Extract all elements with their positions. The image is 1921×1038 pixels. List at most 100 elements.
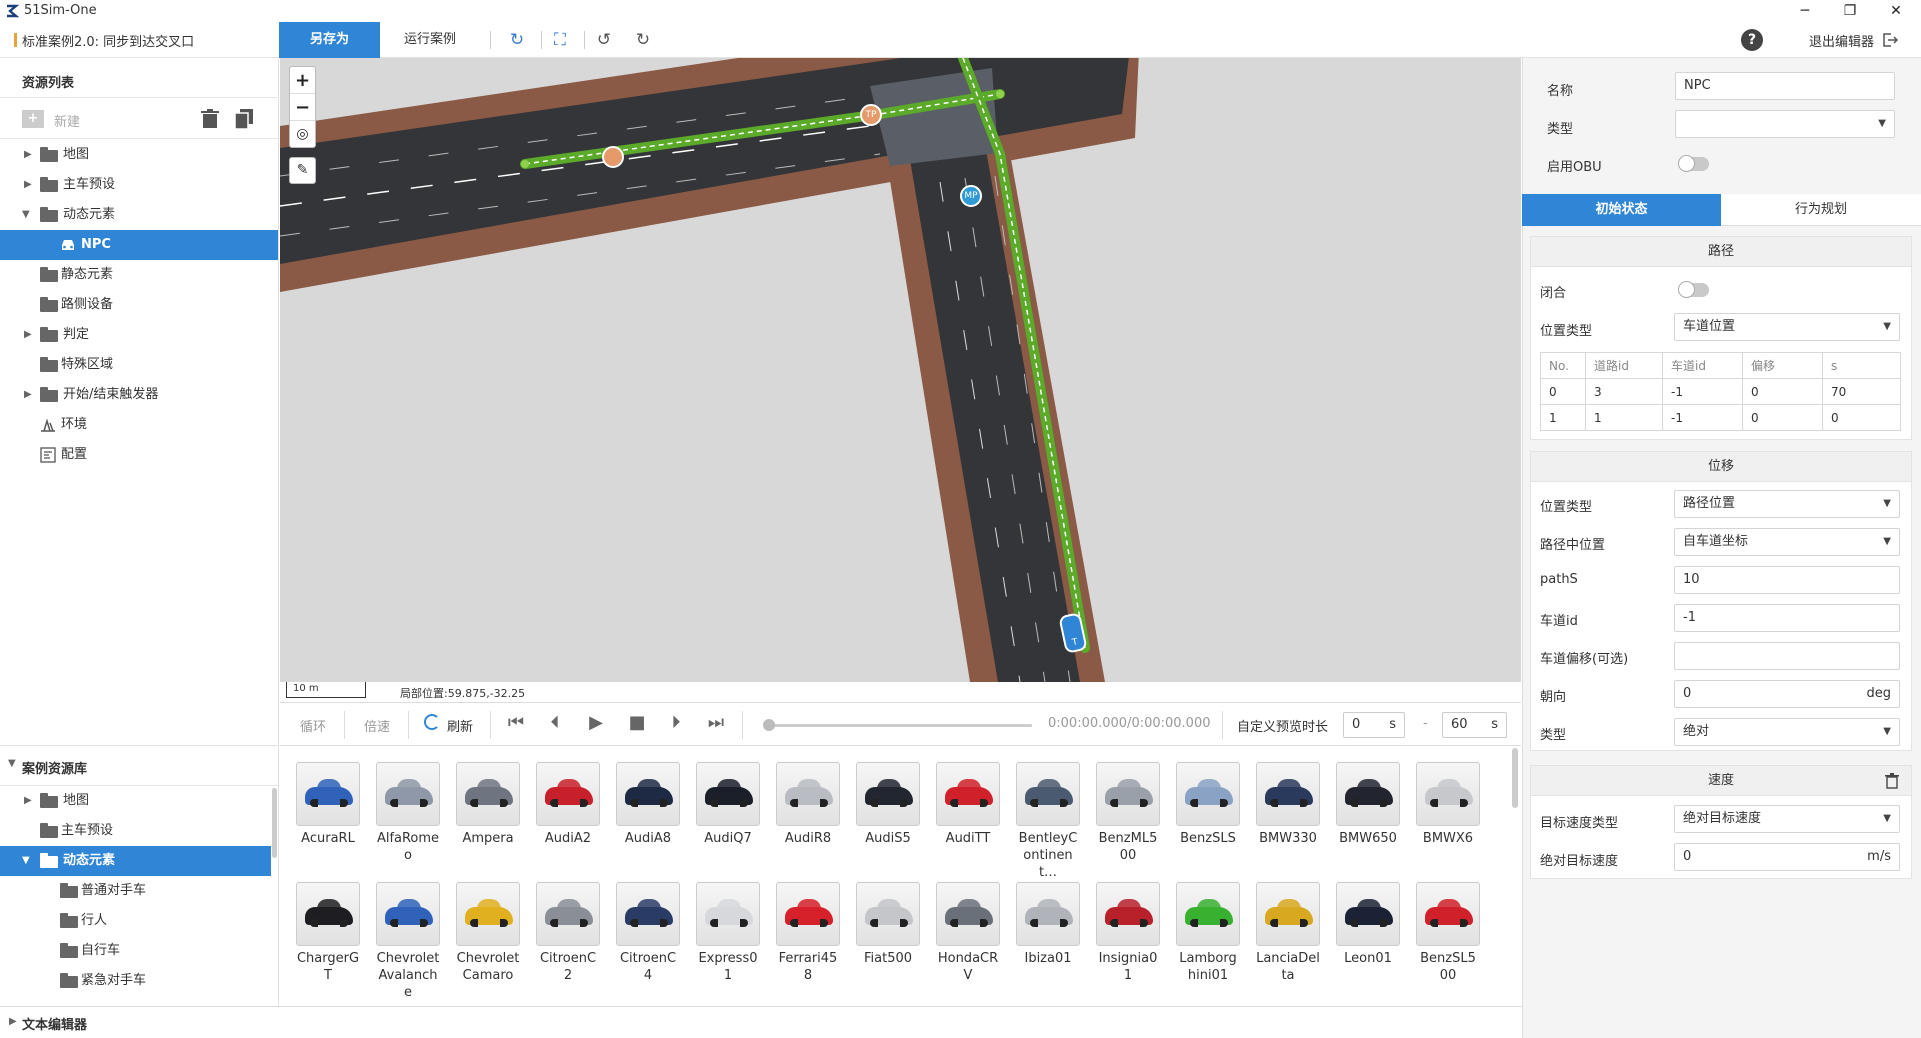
vehicle-card[interactable]: Ibiza01 [1016,882,1080,967]
undo-icon[interactable]: ↺ [594,30,614,50]
table-row[interactable]: 1 1 -1 0 0 [1540,404,1901,431]
collapse-arrow-icon[interactable]: ▼ [22,846,30,876]
mp-marker[interactable]: MP [960,185,982,207]
exit-icon[interactable] [1881,31,1899,49]
vehicle-card[interactable]: BMW330 [1256,762,1320,847]
expand-arrow-icon[interactable]: ▶ [24,380,32,410]
table-cell[interactable]: 3 [1585,378,1663,405]
delete-icon[interactable] [201,109,219,129]
vehicle-card[interactable]: HondaCRV [936,882,1000,984]
vehicle-card[interactable]: BenzSL500 [1416,882,1480,984]
exit-editor-button[interactable]: 退出编辑器 [1809,31,1874,50]
tree-item-judgement[interactable]: ▶ 判定 [0,320,278,350]
preview-end-input[interactable]: 60 s [1442,712,1507,738]
path-position-select[interactable]: 自车道坐标 ▼ [1674,528,1900,556]
new-button[interactable]: 新建 [54,111,80,130]
vehicle-card[interactable]: AudiA8 [616,762,680,847]
tab-behavior-plan[interactable]: 行为规划 [1721,194,1921,226]
vehicle-card[interactable]: CitroenC4 [616,882,680,984]
zoom-in-button[interactable]: + [290,67,315,94]
expand-arrow-icon[interactable]: ▶ [9,1016,17,1027]
vehicle-card[interactable]: AcuraRL [296,762,360,847]
library-item-map[interactable]: ▶ 地图 [0,786,278,816]
map-canvas[interactable]: TP MP T [280,58,1521,682]
obu-toggle[interactable] [1678,155,1709,172]
tree-item-environment[interactable]: 环境 [0,410,278,440]
waypoint-marker[interactable] [602,146,624,168]
vehicle-card[interactable]: AudiS5 [856,762,920,847]
tree-item-special-areas[interactable]: 特殊区域 [0,350,278,380]
table-cell[interactable]: 0 [1742,404,1823,431]
vehicle-card[interactable]: AlfaRomeo [376,762,440,864]
reset-icon[interactable]: ↻ [507,30,527,50]
copy-icon[interactable] [235,109,253,129]
vehicle-card[interactable]: Express01 [696,882,760,984]
vehicle-card[interactable]: BentleyContinent… [1016,762,1080,881]
table-cell[interactable]: 1 [1585,404,1663,431]
position-type-select[interactable]: 路径位置 ▼ [1674,490,1900,518]
collapse-arrow-icon[interactable]: ▼ [8,758,16,769]
locate-icon[interactable]: ◎ [290,121,315,148]
play-icon[interactable]: ▶ [584,712,608,733]
refresh-icon[interactable] [424,714,440,730]
table-cell[interactable]: -1 [1662,378,1743,405]
expand-arrow-icon[interactable]: ▶ [24,786,32,816]
vehicle-card[interactable]: BenzML500 [1096,762,1160,864]
vehicle-card[interactable]: Lamborghini01 [1176,882,1240,984]
vehicle-card[interactable]: AudiQ7 [696,762,760,847]
measure-ruler-icon[interactable]: ✎ [289,157,316,184]
vehicle-card[interactable]: Chevrolet Avalanche [376,882,440,1001]
fit-view-icon[interactable]: ⛶ [550,30,570,50]
expand-arrow-icon[interactable]: ▶ [24,170,32,200]
loop-button[interactable]: 循环 [300,716,326,735]
paths-input[interactable]: 10 [1674,566,1900,594]
tab-initial-state[interactable]: 初始状态 [1522,194,1721,226]
vehicle-card[interactable]: AudiR8 [776,762,840,847]
tree-item-map[interactable]: ▶ 地图 [0,140,278,170]
table-cell[interactable]: -1 [1662,404,1743,431]
vehicle-card[interactable]: Insignia01 [1096,882,1160,984]
expand-arrow-icon[interactable]: ▶ [24,140,32,170]
speed-button[interactable]: 倍速 [364,716,390,735]
tree-item-dynamic-elements[interactable]: ▼ 动态元素 [0,200,278,230]
vehicle-card[interactable]: BenzSLS [1176,762,1240,847]
minimize-button[interactable]: ─ [1785,0,1825,22]
table-cell[interactable]: 70 [1822,378,1901,405]
library-item-emergency-opponent[interactable]: 紧急对手车 [0,966,278,996]
vehicle-card[interactable]: Ampera [456,762,520,847]
table-cell[interactable]: 0 [1822,404,1901,431]
tree-item-ego-preset[interactable]: ▶ 主车预设 [0,170,278,200]
heading-input[interactable]: 0 deg [1674,680,1900,708]
stop-icon[interactable]: ■ [625,712,649,733]
path-position-type-select[interactable]: 车道位置 ▼ [1674,313,1900,341]
redo-icon[interactable]: ↻ [633,30,653,50]
displacement-type-select[interactable]: 绝对 ▼ [1674,718,1900,746]
tree-scrollbar[interactable] [272,788,277,858]
expand-arrow-icon[interactable]: ▶ [24,320,32,350]
vehicle-scrollbar[interactable] [1512,748,1518,808]
zoom-out-button[interactable]: − [290,94,315,121]
vehicle-card[interactable]: BMW650 [1336,762,1400,847]
tree-item-static-elements[interactable]: 静态元素 [0,260,278,290]
library-item-pedestrian[interactable]: 行人 [0,906,278,936]
vehicle-card[interactable]: ChargerGT [296,882,360,984]
step-forward-icon[interactable]: ⏵ [664,712,688,733]
library-item-bicycle[interactable]: 自行车 [0,936,278,966]
vehicle-card[interactable]: AudiTT [936,762,1000,847]
vehicle-card[interactable]: LanciaDelta [1256,882,1320,984]
type-select[interactable]: ▼ [1675,110,1895,138]
table-cell[interactable]: 0 [1742,378,1823,405]
timeline-handle[interactable] [763,719,775,731]
lane-offset-input[interactable] [1674,642,1900,670]
trash-icon[interactable] [1885,773,1899,789]
vehicle-card[interactable]: Fiat500 [856,882,920,967]
library-item-normal-opponent[interactable]: 普通对手车 [0,876,278,906]
vehicle-card[interactable]: BMWX6 [1416,762,1480,847]
lane-id-input[interactable]: -1 [1674,604,1900,632]
vehicle-card[interactable]: CitroenC2 [536,882,600,984]
tree-item-config[interactable]: 配置 [0,440,278,470]
step-back-icon[interactable]: ⏴ [543,712,567,733]
vehicle-card[interactable]: Ferrari458 [776,882,840,984]
library-item-dynamic-elements[interactable]: ▼ 动态元素 [0,846,271,876]
help-icon[interactable]: ? [1741,29,1763,51]
